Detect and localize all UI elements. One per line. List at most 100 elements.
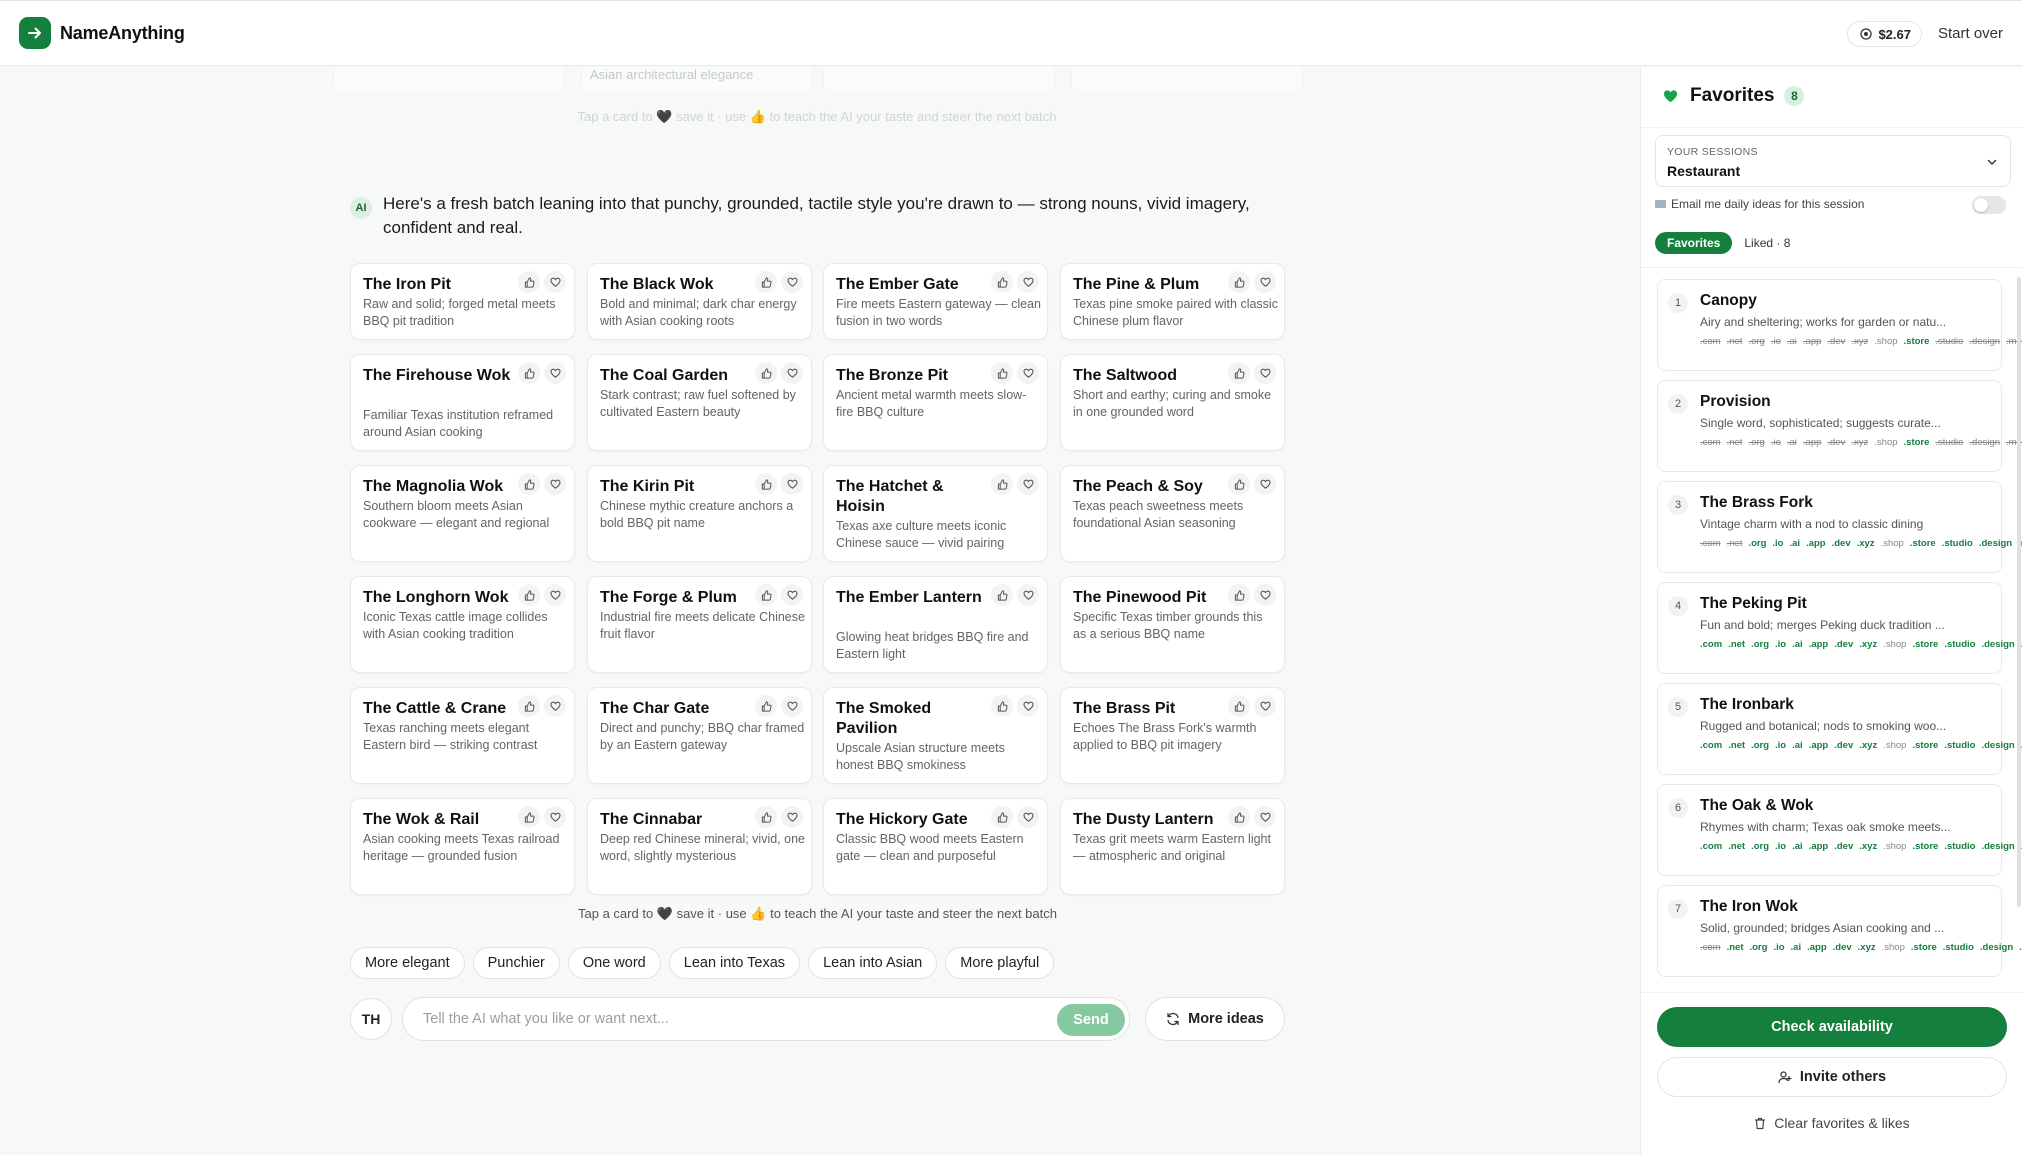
tld-studio[interactable]: .studio: [1942, 538, 1973, 549]
tld-app[interactable]: .app: [1809, 639, 1829, 650]
name-card[interactable]: The Kirin Pit Chinese mythic creature anc…: [587, 465, 812, 562]
heart-icon[interactable]: [544, 584, 566, 606]
scrollbar[interactable]: [2017, 277, 2021, 907]
tld-net[interactable]: .net: [1727, 336, 1743, 347]
tld-com[interactable]: .com: [1700, 437, 1721, 448]
tld-store[interactable]: .store: [1912, 639, 1938, 650]
name-card[interactable]: The Hatchet & Hoisin Texas axe culture me…: [823, 465, 1048, 562]
tld-ai[interactable]: .ai: [1792, 841, 1803, 852]
tld-net[interactable]: .net: [1727, 942, 1744, 953]
tld-xyz[interactable]: .xyz: [1859, 841, 1877, 852]
tld-org[interactable]: .org: [1748, 437, 1764, 448]
favorite-item[interactable]: 5 The Ironbark Rugged and botanical; nods …: [1657, 683, 2022, 775]
heart-icon[interactable]: [781, 362, 803, 384]
thumbs-up-icon[interactable]: [1228, 806, 1250, 828]
tld-io[interactable]: .io: [1775, 639, 1786, 650]
favorite-item[interactable]: 6 The Oak & Wok Rhymes with charm; Texas o…: [1657, 784, 2022, 876]
tld-studio[interactable]: .studio: [1944, 740, 1975, 751]
tld-app[interactable]: .app: [1807, 942, 1827, 953]
tld-net[interactable]: .net: [1728, 639, 1745, 650]
name-card[interactable]: The Bronze Pit Ancient metal warmth meets…: [823, 354, 1048, 451]
name-card[interactable]: The Coal Garden Stark contrast; raw fuel …: [587, 354, 812, 451]
thumbs-up-icon[interactable]: [518, 584, 540, 606]
tld-net[interactable]: .net: [1727, 538, 1743, 549]
tld-design[interactable]: .design: [1981, 740, 2014, 751]
tld-ai[interactable]: .ai: [1787, 336, 1797, 347]
heart-icon[interactable]: [1017, 362, 1039, 384]
name-card[interactable]: The Wok & Rail Asian cooking meets Texas …: [350, 798, 575, 895]
chip-more-playful[interactable]: More playful: [945, 947, 1055, 979]
name-card[interactable]: The Forge & Plum Industrial fire meets de…: [587, 576, 812, 673]
favorite-item[interactable]: 3 The Brass Fork Vintage charm with a nod …: [1657, 481, 2022, 573]
heart-icon[interactable]: [544, 473, 566, 495]
tld-design[interactable]: .design: [1969, 336, 2000, 347]
tld-studio[interactable]: .studio: [1935, 437, 1963, 448]
tld-com[interactable]: .com: [1700, 336, 1721, 347]
heart-icon[interactable]: [544, 271, 566, 293]
tld-io[interactable]: .io: [1773, 942, 1784, 953]
thumbs-up-icon[interactable]: [755, 584, 777, 606]
name-card[interactable]: The Dusty Lantern Texas grit meets warm E…: [1060, 798, 1285, 895]
name-card[interactable]: The Hickory Gate Classic BBQ wood meets E…: [823, 798, 1048, 895]
tld-shop[interactable]: .shop: [1883, 841, 1906, 852]
tld-xyz[interactable]: .xyz: [1859, 740, 1877, 751]
avatar[interactable]: TH: [350, 998, 392, 1040]
thumbs-up-icon[interactable]: [1228, 271, 1250, 293]
tld-xyz[interactable]: .xyz: [1851, 336, 1868, 347]
tld-ai[interactable]: .ai: [1787, 437, 1797, 448]
tld-design[interactable]: .design: [1979, 538, 2012, 549]
more-ideas-button[interactable]: More ideas: [1145, 997, 1285, 1041]
name-card[interactable]: The Firehouse Wok Familiar Texas institut…: [350, 354, 575, 451]
sessions-select[interactable]: YOUR SESSIONS Restaurant: [1655, 135, 2011, 187]
tld-ai[interactable]: .ai: [1792, 639, 1803, 650]
name-card[interactable]: The Iron Pit Raw and solid; forged metal …: [350, 263, 575, 340]
tld-org[interactable]: .org: [1748, 538, 1766, 549]
tld-shop[interactable]: .shop: [1883, 740, 1906, 751]
tld-io[interactable]: .io: [1772, 538, 1783, 549]
thumbs-up-icon[interactable]: [518, 271, 540, 293]
name-card[interactable]: The Black Wok Bold and minimal; dark char…: [587, 263, 812, 340]
tld-org[interactable]: .org: [1748, 336, 1764, 347]
name-card[interactable]: The Pine & Plum Texas pine smoke paired w…: [1060, 263, 1285, 340]
tld-dev[interactable]: .dev: [1827, 336, 1845, 347]
tld-app[interactable]: .app: [1803, 336, 1822, 347]
tld-net[interactable]: .net: [1728, 841, 1745, 852]
tld-io[interactable]: .io: [1775, 841, 1786, 852]
heart-icon[interactable]: [781, 271, 803, 293]
favorite-item[interactable]: 7 The Iron Wok Solid, grounded; bridges As…: [1657, 885, 2022, 977]
heart-icon[interactable]: [1017, 271, 1039, 293]
check-availability-button[interactable]: Check availability: [1657, 1007, 2007, 1047]
tld-ai[interactable]: .ai: [1791, 942, 1802, 953]
thumbs-up-icon[interactable]: [518, 695, 540, 717]
tld-org[interactable]: .org: [1751, 841, 1769, 852]
heart-icon[interactable]: [1017, 584, 1039, 606]
tld-design[interactable]: .design: [1981, 841, 2014, 852]
tab-liked[interactable]: Liked · 8: [1744, 236, 1790, 250]
start-over-link[interactable]: Start over: [1938, 25, 2003, 42]
name-card[interactable]: The Magnolia Wok Southern bloom meets Asi…: [350, 465, 575, 562]
tld-com[interactable]: .com: [1700, 942, 1721, 953]
heart-icon[interactable]: [781, 584, 803, 606]
name-card[interactable]: The Peach & Soy Texas peach sweetness mee…: [1060, 465, 1285, 562]
chip-punchier[interactable]: Punchier: [472, 947, 560, 979]
name-card[interactable]: The Cattle & Crane Texas ranching meets e…: [350, 687, 575, 784]
tld-com[interactable]: .com: [1700, 538, 1721, 549]
tld-design[interactable]: .design: [1969, 437, 2000, 448]
tld-xyz[interactable]: .xyz: [1858, 942, 1876, 953]
tld-dev[interactable]: .dev: [1834, 639, 1853, 650]
thumbs-up-icon[interactable]: [518, 806, 540, 828]
thumbs-up-icon[interactable]: [991, 362, 1013, 384]
tld-io[interactable]: .io: [1771, 336, 1781, 347]
tld-app[interactable]: .app: [1809, 740, 1829, 751]
tld-dev[interactable]: .dev: [1833, 942, 1852, 953]
heart-icon[interactable]: [1254, 584, 1276, 606]
thumbs-up-icon[interactable]: [1228, 584, 1250, 606]
heart-icon[interactable]: [1254, 473, 1276, 495]
tld-design[interactable]: .design: [1981, 639, 2014, 650]
tld-store[interactable]: .store: [1904, 437, 1930, 448]
favorite-item[interactable]: 2 Provision Single word, sophisticated; su…: [1657, 380, 2022, 472]
send-button[interactable]: Send: [1057, 1004, 1125, 1036]
heart-icon[interactable]: [544, 362, 566, 384]
heart-icon[interactable]: [544, 695, 566, 717]
tld-shop[interactable]: .shop: [1881, 538, 1904, 549]
